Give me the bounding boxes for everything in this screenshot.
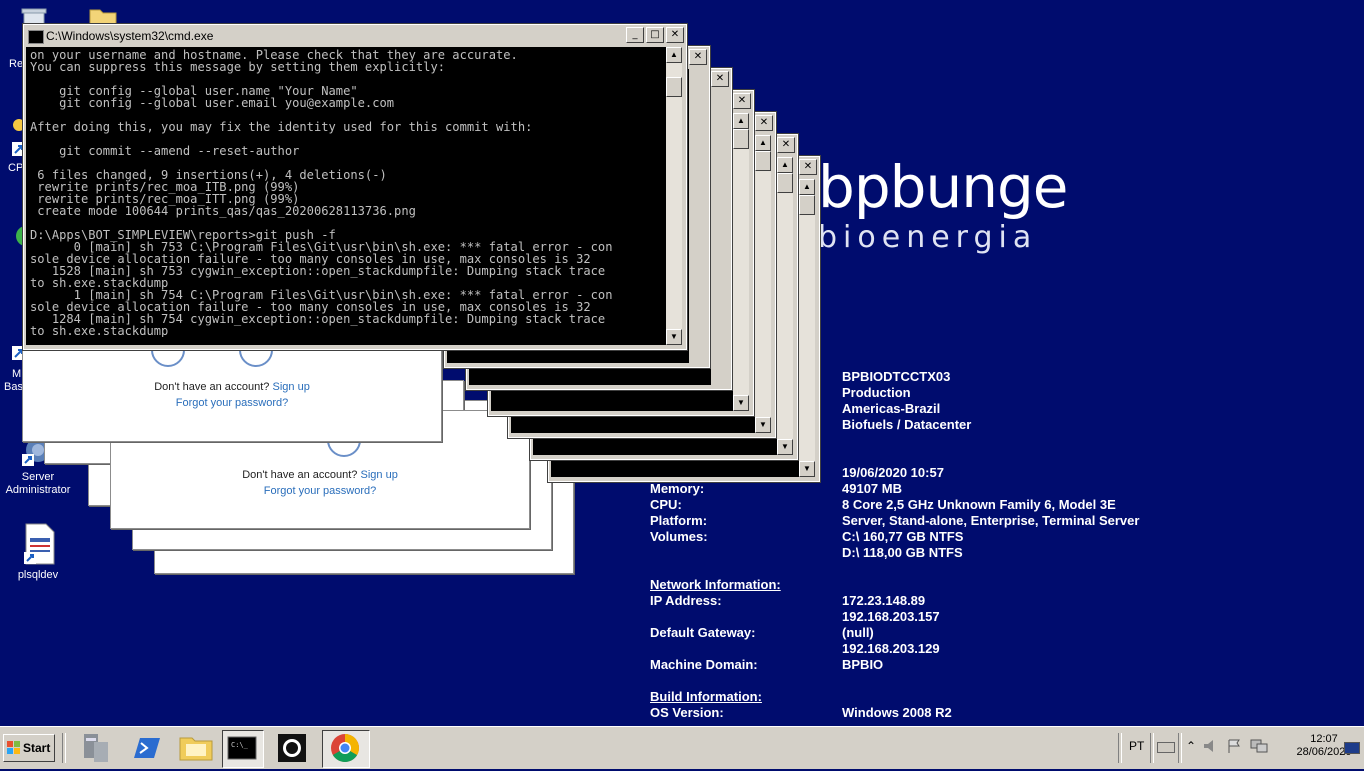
close-icon[interactable]: ✕ <box>755 115 773 131</box>
scroll-down-icon[interactable]: ▼ <box>799 461 815 477</box>
keyboard-icon[interactable] <box>1157 740 1175 758</box>
folder-icon <box>179 737 213 761</box>
taskbar-separator <box>1178 733 1182 763</box>
window-controls: ✕ <box>755 115 773 131</box>
m-label: M <box>12 368 22 380</box>
scroll-thumb[interactable] <box>733 129 749 149</box>
plsqldev-shortcut[interactable]: plsqldev <box>0 522 76 582</box>
window-controls: _ □ ✕ <box>626 27 684 43</box>
window-title: C:\Windows\system32\cmd.exe <box>46 29 214 43</box>
cmd-icon: C:\_ <box>227 736 257 760</box>
chrome-icon <box>331 734 359 762</box>
sign-up-link[interactable]: Sign up <box>361 469 398 481</box>
console-area[interactable]: on your username and hostname. Please ch… <box>26 47 666 345</box>
taskbar-separator <box>1118 733 1122 763</box>
taskbar-separator <box>1150 733 1154 763</box>
no-account-prompt: Don't have an account? Sign up <box>242 469 398 481</box>
maximize-icon[interactable]: □ <box>646 27 664 43</box>
github-icon <box>278 734 306 762</box>
cmd-window[interactable]: C:\Windows\system32\cmd.exe _ □ ✕ on you… <box>22 23 688 351</box>
folder-icon[interactable] <box>88 6 118 27</box>
svg-text:C:\_: C:\_ <box>231 741 249 749</box>
bas-label: Bas <box>4 381 23 393</box>
minimize-icon[interactable]: _ <box>626 27 644 43</box>
scroll-thumb[interactable] <box>666 77 682 97</box>
scrollbar[interactable]: ▲ ▼ <box>666 47 682 345</box>
close-icon[interactable]: ✕ <box>799 159 817 175</box>
scrollbar[interactable]: ▲ ▼ <box>777 157 793 455</box>
scrollbar[interactable]: ▲ ▼ <box>733 113 749 411</box>
scroll-thumb[interactable] <box>755 151 771 171</box>
taskbar: Start C:\_ PT ⌃ 12:07 28/06/2020 <box>0 726 1364 769</box>
close-icon[interactable]: ✕ <box>689 49 707 65</box>
scroll-up-icon[interactable]: ▲ <box>777 157 793 173</box>
cp-label: CP <box>8 162 24 174</box>
close-icon[interactable]: ✕ <box>711 71 729 87</box>
scrollbar[interactable]: ▲ ▼ <box>755 135 771 433</box>
no-account-prompt: Don't have an account? Sign up <box>154 381 310 393</box>
scroll-up-icon[interactable]: ▲ <box>666 47 682 63</box>
scroll-down-icon[interactable]: ▼ <box>777 439 793 455</box>
plsqldev-label: plsqldev <box>17 569 59 581</box>
server-manager-icon <box>84 734 108 762</box>
desktop: bpbunge bioenergia BPBIODTCCTX03 Product… <box>0 0 1364 726</box>
brand-subtitle: bioenergia <box>818 220 1038 255</box>
show-hidden-icons-icon[interactable]: ⌃ <box>1186 739 1196 753</box>
taskbar-cmd[interactable]: C:\_ <box>222 730 264 768</box>
taskbar-separator <box>62 733 66 763</box>
powershell-icon <box>134 738 160 758</box>
window-controls: ✕ <box>777 137 795 153</box>
windows-flag-icon <box>7 741 20 754</box>
close-icon[interactable]: ✕ <box>666 27 684 43</box>
taskbar-server-manager[interactable] <box>76 730 116 766</box>
show-desktop-icon[interactable] <box>1344 741 1360 759</box>
cmd-icon <box>28 30 44 44</box>
network-heading: Network Information: <box>650 577 781 592</box>
recycle-bin-label: Re <box>9 58 24 70</box>
action-center-flag-icon[interactable] <box>1226 738 1242 759</box>
forgot-password-link[interactable]: Forgot your password? <box>264 485 377 497</box>
console-output: on your username and hostname. Please ch… <box>30 49 613 337</box>
plsqldev-icon <box>18 522 58 566</box>
scroll-down-icon[interactable]: ▼ <box>733 395 749 411</box>
taskbar-github[interactable] <box>272 730 312 766</box>
window-controls: ✕ <box>799 159 817 175</box>
scroll-down-icon[interactable]: ▼ <box>666 329 682 345</box>
close-icon[interactable]: ✕ <box>777 137 795 153</box>
scroll-down-icon[interactable]: ▼ <box>755 417 771 433</box>
wallpaper-brand: bpbunge bioenergia <box>818 152 1068 255</box>
forgot-password-link[interactable]: Forgot your password? <box>176 397 289 409</box>
taskbar-explorer[interactable] <box>176 730 216 766</box>
scroll-up-icon[interactable]: ▲ <box>733 113 749 129</box>
language-indicator[interactable]: PT <box>1129 739 1144 753</box>
taskbar-powershell[interactable] <box>126 730 166 766</box>
close-icon[interactable]: ✕ <box>733 93 751 109</box>
build-heading: Build Information: <box>650 689 762 704</box>
scroll-up-icon[interactable]: ▲ <box>799 179 815 195</box>
network-icon[interactable] <box>1250 738 1268 759</box>
scroll-up-icon[interactable]: ▲ <box>755 135 771 151</box>
brand-logo-text: bpbunge <box>818 153 1068 221</box>
scrollbar[interactable]: ▲ ▼ <box>799 179 815 477</box>
scroll-thumb[interactable] <box>799 195 815 215</box>
server-administrator-label: Server Administrator <box>5 471 71 496</box>
sign-up-link[interactable]: Sign up <box>273 381 310 393</box>
window-controls: ✕ <box>689 49 707 65</box>
taskbar-chrome[interactable] <box>322 730 370 768</box>
volume-icon[interactable] <box>1202 739 1218 758</box>
start-button[interactable]: Start <box>3 734 55 762</box>
window-titlebar[interactable]: C:\Windows\system32\cmd.exe <box>26 27 684 45</box>
scroll-thumb[interactable] <box>777 173 793 193</box>
